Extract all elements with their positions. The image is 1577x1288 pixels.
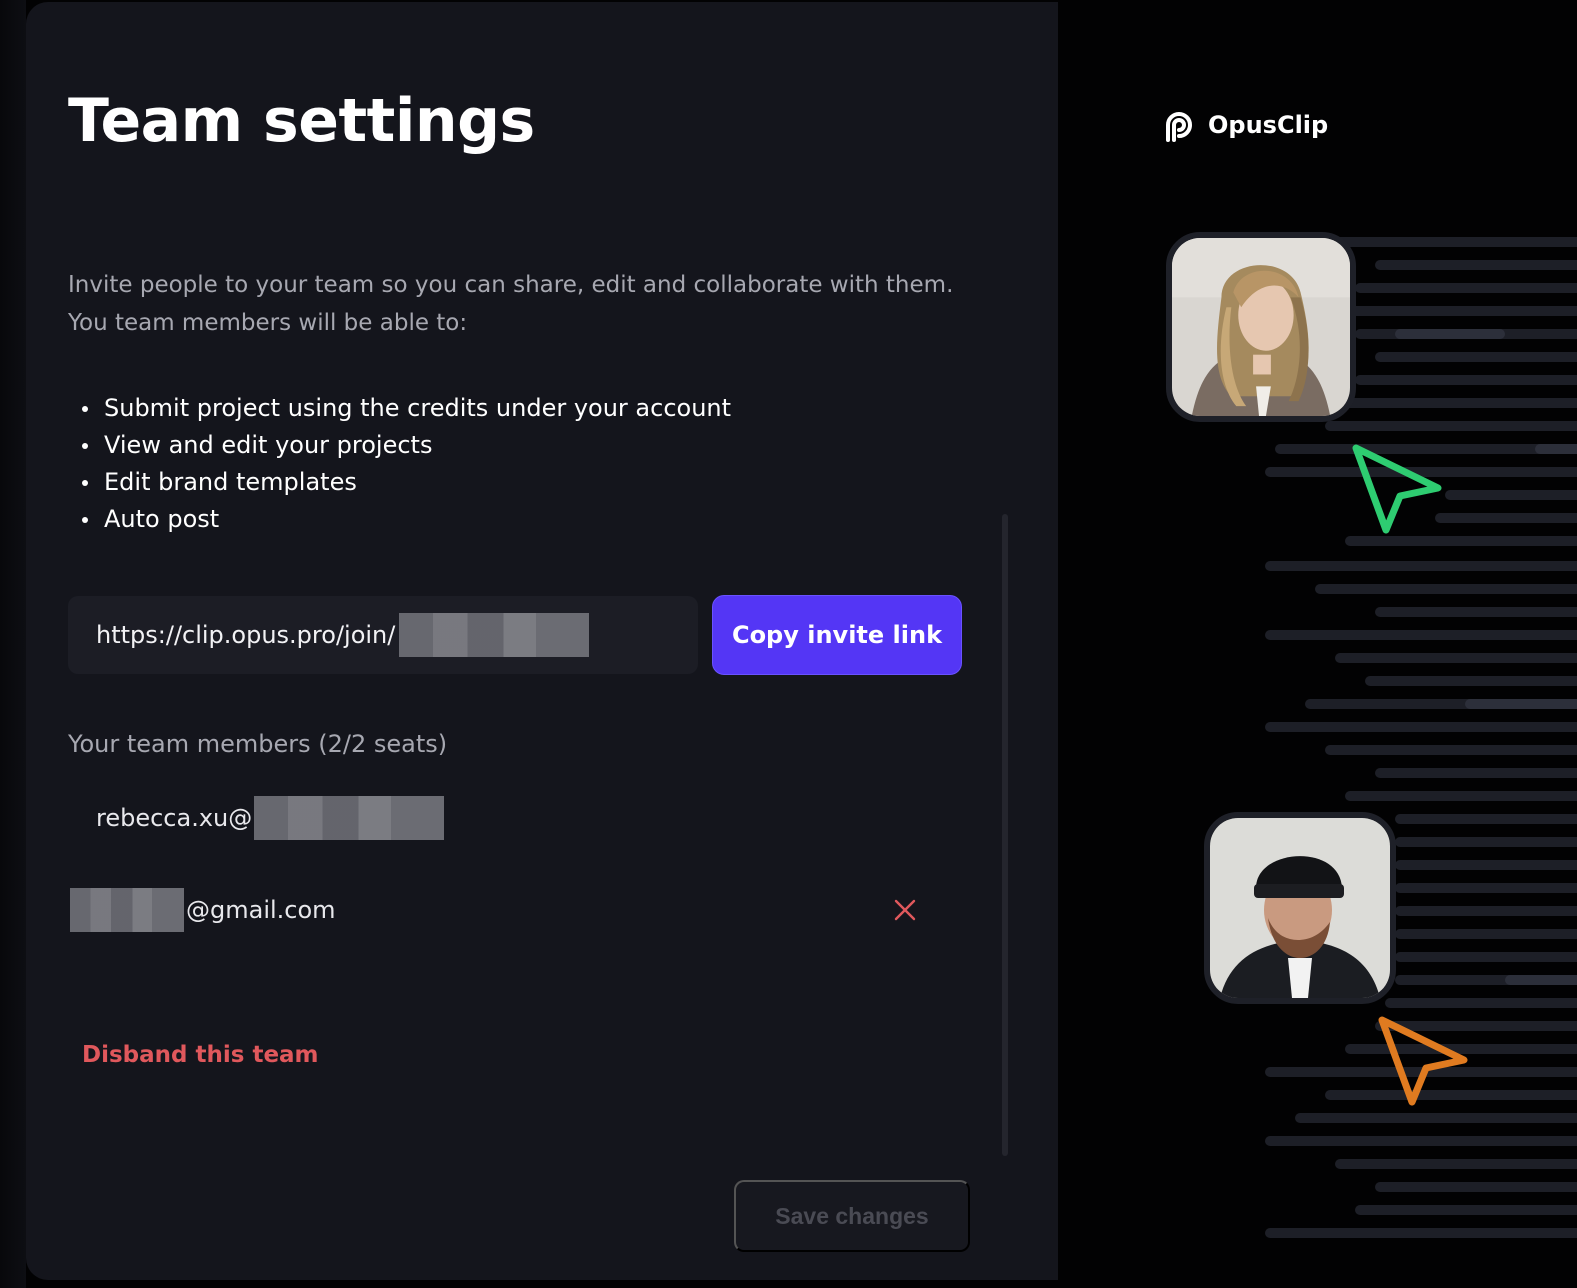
woman-avatar [1166,232,1356,422]
man-portrait-image [1210,818,1390,998]
decorative-lines [1265,237,1577,1238]
screen: Team settings Invite people to your team… [0,0,1577,1288]
brand: OpusClip [1160,106,1328,144]
man-beanie-avatar [1204,812,1396,1004]
brand-name: OpusClip [1208,111,1329,139]
cursor-arrow-icon [1378,1016,1468,1106]
cursor-arrow-icon [1352,444,1442,534]
opusclip-logo-icon [1166,112,1192,142]
woman-portrait-image [1172,238,1350,416]
